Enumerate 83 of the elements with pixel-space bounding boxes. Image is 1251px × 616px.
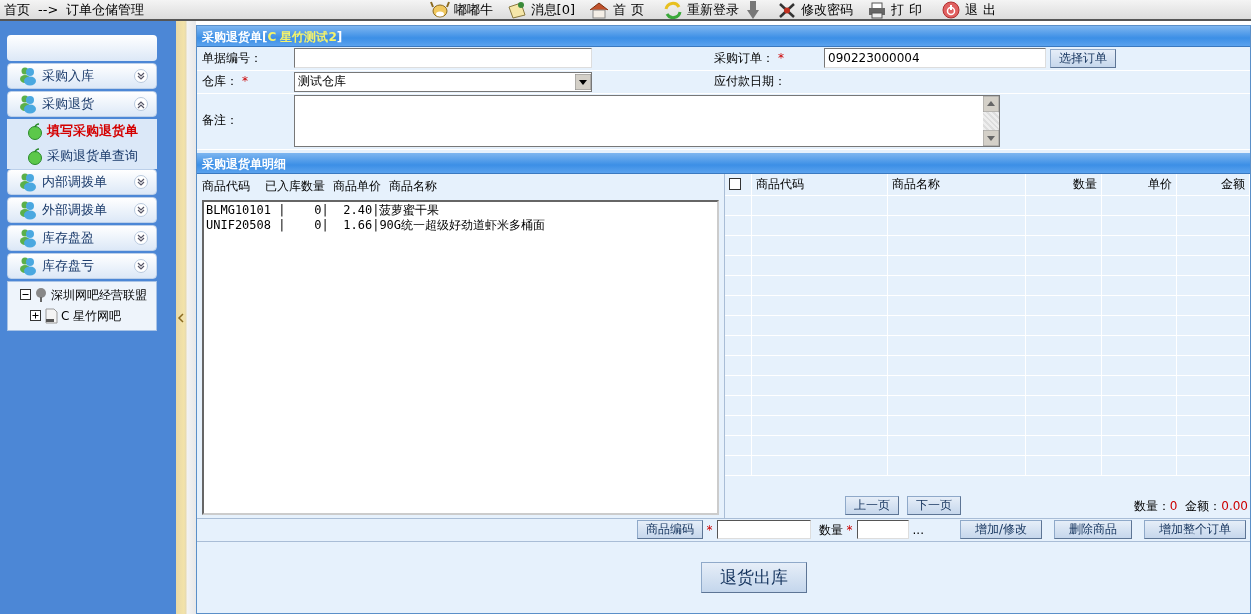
required-mark: *	[706, 521, 713, 539]
sidebar-group[interactable]: 库存盘盈	[7, 225, 157, 251]
input-field[interactable]	[856, 520, 909, 539]
people-icon	[18, 66, 36, 86]
column-header: 金额	[1221, 177, 1245, 192]
field-label: 仓库：	[202, 73, 238, 88]
list-box[interactable]: BLMG10101 | 0| 2.40|菠萝蜜干果 UNIF20508 | 0| 1.66|90G统一超级好劲道虾米多桶面	[202, 199, 719, 515]
tools-icon[interactable]	[777, 0, 797, 19]
sidebar-group[interactable]: 采购入库	[7, 63, 157, 89]
field-label: 备注：	[202, 113, 238, 128]
tree-node[interactable]: C 星竹网吧	[61, 306, 122, 325]
list-header: 商品代码 已入库数量 商品单价 商品名称	[202, 177, 438, 195]
people-icon	[18, 94, 36, 114]
page-button[interactable]: 上一页	[845, 496, 899, 515]
section-header: 采购退货单明细	[197, 152, 1250, 174]
sidebar-group[interactable]: 外部调拨单	[7, 197, 157, 223]
cow-icon[interactable]	[429, 0, 450, 19]
input-field[interactable]	[294, 48, 592, 69]
section-header: 采购退货单[C 星竹测试2]	[197, 26, 1250, 47]
action-button[interactable]: 增加整个订单	[1144, 520, 1246, 539]
required-mark: *	[846, 521, 853, 539]
input-field[interactable]	[716, 520, 811, 539]
refresh-icon[interactable]	[663, 0, 683, 19]
field-label: 应付款日期：	[714, 73, 786, 88]
toolbar-link[interactable]: 退出	[965, 0, 1001, 20]
people-icon	[18, 256, 36, 276]
column-header: 商品名称	[891, 177, 940, 192]
textarea[interactable]	[294, 95, 1000, 147]
list-item[interactable]: BLMG10101 | 0| 2.40|菠萝蜜干果	[206, 202, 715, 218]
tree-node[interactable]: 深圳网吧经营联盟	[51, 285, 147, 304]
dropdown[interactable]: 测试仓库	[294, 71, 592, 92]
column-header: 数量	[1072, 177, 1097, 192]
breadcrumb-link[interactable]: 首页	[4, 0, 30, 20]
required-mark: *	[242, 73, 248, 88]
field-label: 数量	[818, 521, 843, 539]
product-code-button[interactable]: 商品编码	[636, 520, 703, 539]
total-value: 0.00	[1221, 497, 1248, 515]
document-icon	[44, 307, 58, 324]
breadcrumb-separator: -->	[38, 0, 59, 19]
sidebar-group[interactable]: 内部调拨单	[7, 169, 157, 195]
toolbar-link[interactable]: 消息[0]	[530, 0, 575, 20]
people-icon	[18, 172, 36, 192]
input-field[interactable]: 090223000004	[824, 48, 1046, 69]
expand-icon[interactable]	[30, 310, 41, 321]
total-label: 金额：	[1185, 497, 1222, 515]
power-icon[interactable]	[941, 0, 961, 19]
list-item[interactable]: UNIF20508 | 0| 1.66|90G统一超级好劲道虾米多桶面	[206, 217, 715, 233]
toolbar-link[interactable]: 首页	[613, 0, 649, 20]
sidebar-link[interactable]: 采购退货单查询	[7, 144, 157, 169]
select-order-button[interactable]: 选择订单	[1050, 48, 1116, 68]
field-label: 单据编号：	[202, 50, 262, 65]
sidebar-group[interactable]: 库存盘亏	[7, 253, 157, 279]
required-mark: *	[778, 50, 784, 65]
note-icon[interactable]	[506, 0, 527, 19]
people-icon	[18, 228, 36, 248]
scroll-down-icon[interactable]	[983, 130, 999, 146]
total-label: 数量：	[1133, 497, 1170, 515]
page-button[interactable]: 下一页	[907, 496, 961, 515]
toolbar-link[interactable]: 修改密码	[801, 0, 853, 20]
sidebar-group[interactable]: 采购退货	[7, 91, 157, 117]
toolbar-link[interactable]: 打印	[891, 0, 927, 20]
house-icon[interactable]	[589, 0, 609, 19]
column-header: 商品代码	[755, 177, 804, 192]
return-button[interactable]: 退货出库	[700, 561, 807, 593]
dropdown-arrow-icon[interactable]	[575, 73, 591, 90]
printer-icon[interactable]	[867, 0, 887, 19]
toolbar-link[interactable]: 嘟嘟牛	[453, 0, 493, 20]
sidebar-link[interactable]: 填写采购退货单	[7, 119, 157, 144]
apple-icon	[27, 123, 43, 140]
select-all-checkbox[interactable]	[729, 178, 741, 191]
column-header: 单价	[1147, 177, 1172, 192]
action-button[interactable]: 增加/修改	[959, 520, 1042, 539]
total-value: 0	[1169, 497, 1178, 515]
field-label: 采购订单：	[714, 50, 774, 65]
apple-icon	[27, 148, 43, 165]
collapse-icon[interactable]	[20, 289, 31, 300]
breadcrumb-current: 订单仓储管理	[66, 0, 145, 19]
more-link[interactable]: ...	[912, 520, 924, 539]
toolbar-link[interactable]: 重新登录	[687, 0, 739, 20]
people-icon	[18, 200, 36, 220]
scroll-up-icon[interactable]	[983, 96, 999, 112]
action-button[interactable]: 删除商品	[1054, 520, 1132, 539]
scrollbar[interactable]	[983, 96, 999, 146]
